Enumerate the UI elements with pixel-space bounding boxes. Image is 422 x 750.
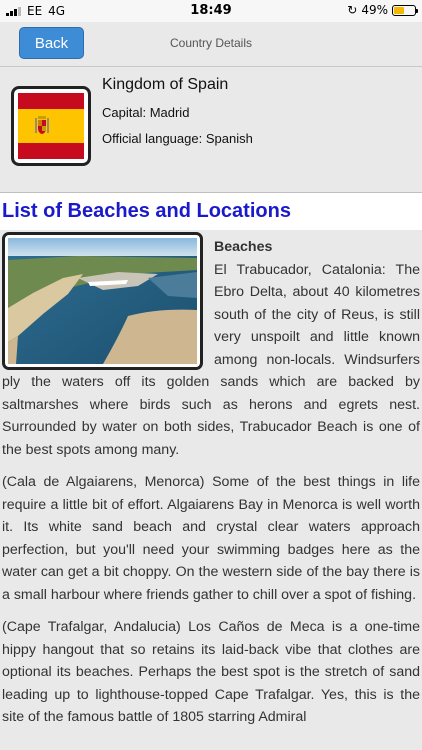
nav-title: Country Details (169, 36, 253, 50)
rotation-lock-icon: ↻ (347, 3, 358, 17)
beaches-text: Beaches El Trabucador, Catalonia: The Eb… (0, 236, 422, 739)
beaches-content: Beaches El Trabucador, Catalonia: The Eb… (0, 230, 422, 750)
coat-of-arms-icon (35, 116, 49, 134)
battery-percent: 49% (361, 3, 388, 17)
section-title: List of Beaches and Locations (2, 200, 291, 222)
navigation-bar: Back Country Details (0, 22, 422, 67)
country-header: Kingdom of Spain Capital: Madrid Officia… (0, 67, 422, 193)
country-name: Kingdom of Spain (102, 76, 229, 93)
beach-paragraph-3: (Cape Trafalgar, Andalucia) Los Caños de… (2, 619, 420, 725)
language-label: Official language: Spanish (102, 131, 253, 146)
status-bar: EE 4G 18:49 ↻ 49% (0, 0, 422, 22)
spain-flag-icon (18, 93, 84, 159)
flag-image (11, 86, 91, 166)
beach-paragraph-2: (Cala de Algaiarens, Menorca) Some of th… (2, 474, 420, 603)
battery-icon (392, 4, 418, 16)
capital-label: Capital: Madrid (102, 105, 190, 120)
